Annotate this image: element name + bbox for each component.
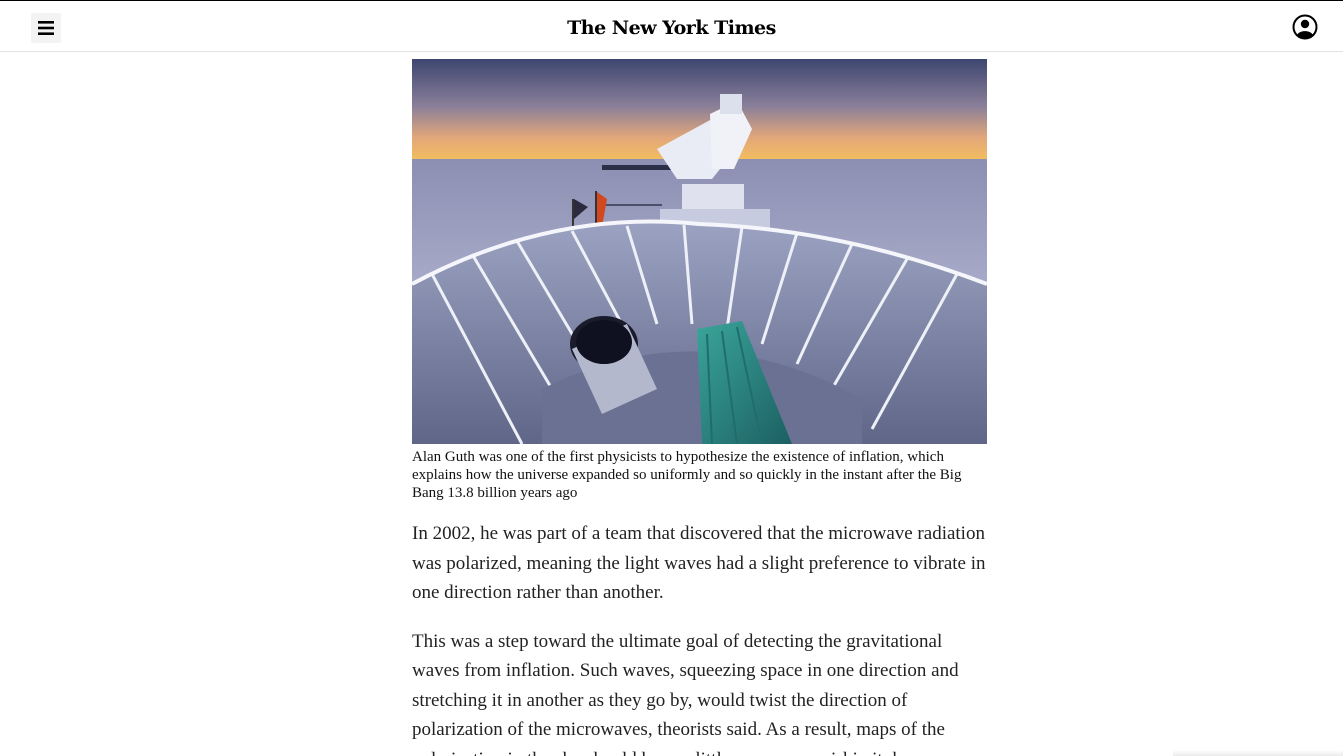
- menu-button[interactable]: [31, 13, 61, 43]
- masthead-logo-area: The New York Times: [0, 1, 1343, 53]
- scroll-shadow: [1173, 750, 1343, 756]
- photo-caption: Alan Guth was one of the first physicist…: [412, 449, 962, 501]
- article-body: Alan Guth was one of the first physicist…: [412, 59, 987, 756]
- article-paragraph: This was a step toward the ultimate goal…: [412, 630, 965, 756]
- masthead-logo[interactable]: The New York Times: [567, 17, 776, 39]
- article-paragraph: In 2002, he was part of a team that disc…: [412, 523, 986, 603]
- top-navigation-bar: The New York Times: [0, 0, 1343, 52]
- article-figure: Alan Guth was one of the first physicist…: [412, 59, 987, 502]
- hamburger-menu-icon: [38, 21, 54, 35]
- user-account-icon: [1292, 14, 1318, 40]
- account-button[interactable]: [1292, 14, 1318, 40]
- article-photo: [412, 59, 987, 444]
